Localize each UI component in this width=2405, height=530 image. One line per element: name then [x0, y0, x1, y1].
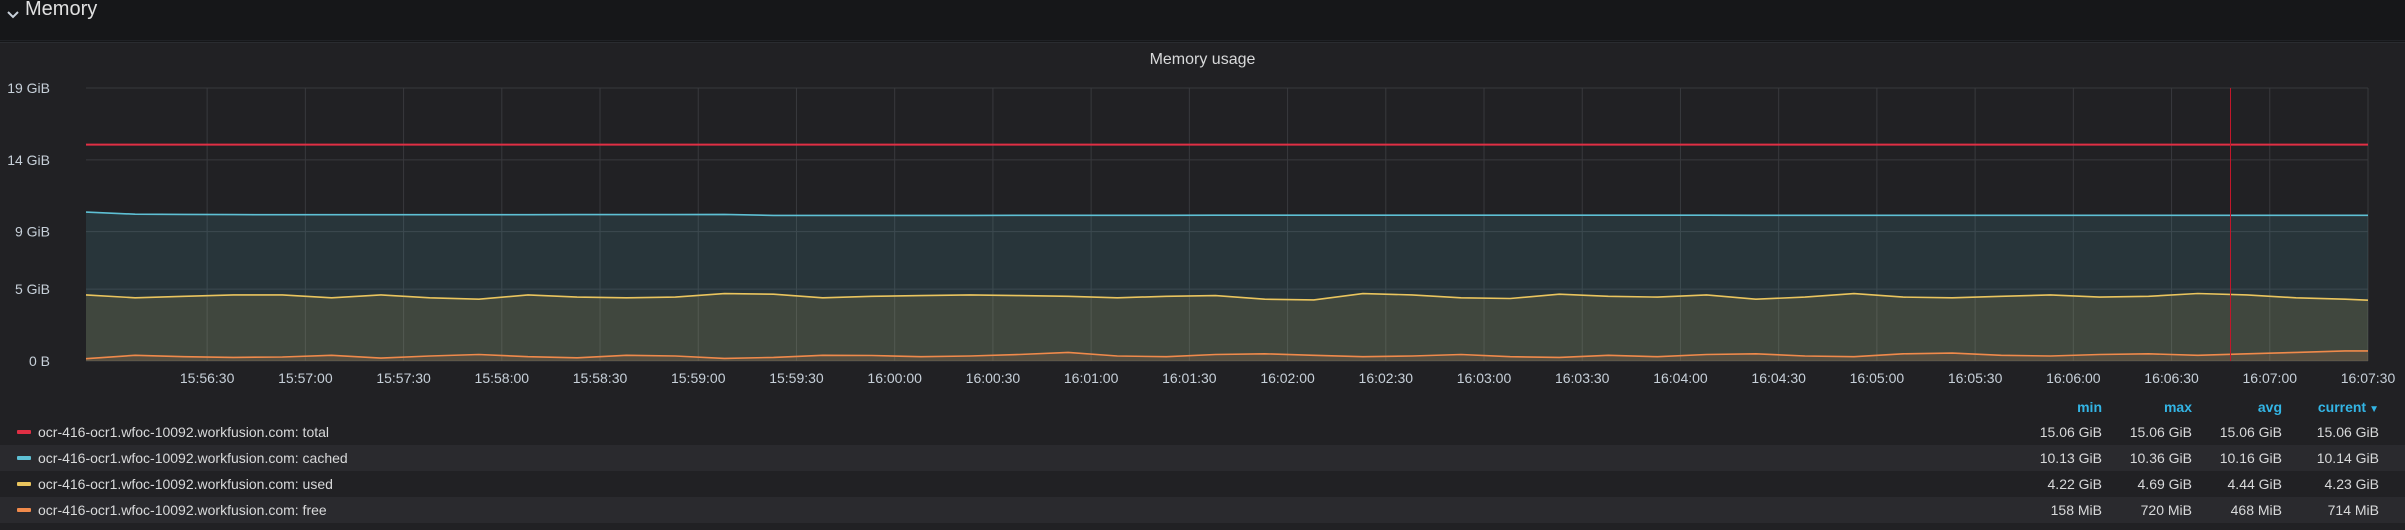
- legend-row-used[interactable]: ocr-416-ocr1.wfoc-10092.workfusion.com: …: [0, 471, 2405, 497]
- legend-avg: 468 MiB: [2230, 502, 2282, 518]
- legend-series-name[interactable]: ocr-416-ocr1.wfoc-10092.workfusion.com: …: [38, 450, 348, 466]
- x-tick-label: 15:56:30: [180, 370, 235, 386]
- x-tick-label: 16:00:00: [867, 370, 922, 386]
- memory-usage-chart[interactable]: 15:56:30 15:57:00 15:57:30 15:58:00 15:58:30…: [0, 43, 2405, 393]
- x-tick-label: 16:05:30: [1948, 370, 2003, 386]
- x-tick-label: 15:59:00: [671, 370, 726, 386]
- y-tick-label: 9 GiB: [15, 224, 50, 240]
- legend-header-current-label: current: [2317, 399, 2367, 415]
- x-tick-label: 16:03:00: [1457, 370, 1512, 386]
- x-tick-label: 16:06:00: [2046, 370, 2101, 386]
- legend: min max avg current ▼ ocr-416-ocr1.wfoc-1…: [0, 399, 2405, 523]
- x-tick-label: 16:06:30: [2144, 370, 2199, 386]
- legend-avg: 15.06 GiB: [2219, 424, 2282, 440]
- legend-header-avg[interactable]: avg: [2172, 399, 2282, 415]
- x-tick-label: 15:58:00: [475, 370, 530, 386]
- legend-swatch[interactable]: [17, 508, 31, 512]
- legend-avg: 10.16 GiB: [2219, 450, 2282, 466]
- y-tick-label: 0 B: [29, 353, 50, 369]
- legend-header-current[interactable]: current ▼: [2269, 399, 2379, 415]
- legend-avg: 4.44 GiB: [2227, 476, 2282, 492]
- legend-header: min max avg current ▼: [0, 399, 2405, 419]
- x-tick-label: 15:58:30: [573, 370, 628, 386]
- y-tick-label: 19 GiB: [7, 80, 50, 96]
- legend-current: 10.14 GiB: [2316, 450, 2379, 466]
- x-tick-label: 16:02:00: [1260, 370, 1315, 386]
- legend-current: 714 MiB: [2327, 502, 2379, 518]
- legend-series-name[interactable]: ocr-416-ocr1.wfoc-10092.workfusion.com: …: [38, 476, 333, 492]
- series-area-2: [86, 293, 2368, 361]
- row-header[interactable]: Memory: [0, 0, 2405, 41]
- y-tick-label: 5 GiB: [15, 281, 50, 297]
- x-tick-label: 16:01:00: [1064, 370, 1119, 386]
- chevron-down-icon[interactable]: [6, 8, 20, 22]
- sort-desc-icon: ▼: [2369, 404, 2379, 415]
- x-tick-label: 16:07:30: [2341, 370, 2396, 386]
- x-tick-label: 16:04:30: [1751, 370, 1806, 386]
- x-tick-label: 16:04:00: [1653, 370, 1708, 386]
- x-tick-label: 16:02:30: [1359, 370, 1414, 386]
- x-tick-label: 16:05:00: [1850, 370, 1905, 386]
- legend-series-name[interactable]: ocr-416-ocr1.wfoc-10092.workfusion.com: …: [38, 502, 327, 518]
- legend-swatch[interactable]: [17, 456, 31, 460]
- x-tick-label: 16:07:00: [2243, 370, 2298, 386]
- legend-current: 4.23 GiB: [2324, 476, 2379, 492]
- legend-current: 15.06 GiB: [2316, 424, 2379, 440]
- legend-row-free[interactable]: ocr-416-ocr1.wfoc-10092.workfusion.com: …: [0, 497, 2405, 523]
- x-tick-label: 15:57:30: [376, 370, 431, 386]
- x-tick-label: 16:01:30: [1162, 370, 1217, 386]
- legend-row-cached[interactable]: ocr-416-ocr1.wfoc-10092.workfusion.com: …: [0, 445, 2405, 471]
- row-title[interactable]: Memory: [25, 0, 97, 21]
- legend-series-name[interactable]: ocr-416-ocr1.wfoc-10092.workfusion.com: …: [38, 424, 329, 440]
- legend-row-total[interactable]: ocr-416-ocr1.wfoc-10092.workfusion.com: …: [0, 419, 2405, 445]
- y-tick-label: 14 GiB: [7, 152, 50, 168]
- x-tick-label: 15:59:30: [769, 370, 824, 386]
- legend-swatch[interactable]: [17, 482, 31, 486]
- x-tick-label: 16:00:30: [966, 370, 1021, 386]
- series-line-1[interactable]: [85, 211, 2368, 217]
- x-tick-label: 15:57:00: [278, 370, 333, 386]
- memory-usage-panel: Memory usage 15:56:30 15:57:00 15:57:30 15:…: [0, 42, 2405, 530]
- legend-swatch[interactable]: [17, 430, 31, 434]
- x-tick-label: 16:03:30: [1555, 370, 1610, 386]
